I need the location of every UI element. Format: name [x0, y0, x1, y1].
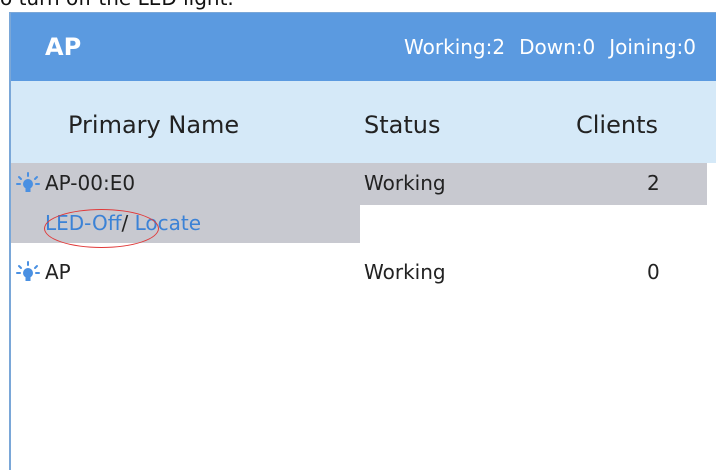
table-header: Primary Name Status Clients: [11, 81, 716, 163]
row-actions: LED-Off/ Locate: [45, 211, 201, 235]
column-status[interactable]: Status: [364, 111, 440, 139]
column-primary-name[interactable]: Primary Name: [68, 111, 239, 139]
led-off-link[interactable]: LED-Off: [45, 211, 121, 235]
row-status: Working: [364, 260, 446, 284]
row-name: AP-00:E0: [45, 171, 136, 195]
down-count: Down:0: [519, 35, 596, 59]
led-bulb-icon: [16, 261, 40, 281]
ap-header: AP Working:2 Down:0 Joining:0: [11, 13, 716, 81]
row-name: AP: [45, 260, 71, 284]
row-status: Working: [364, 171, 446, 195]
column-clients[interactable]: Clients: [576, 111, 658, 139]
led-bulb-icon: [16, 172, 40, 192]
ap-status-summary: Working:2 Down:0 Joining:0: [404, 35, 696, 59]
row-clients: 0: [647, 260, 660, 284]
ap-panel: AP Working:2 Down:0 Joining:0 Primary Na…: [9, 12, 716, 470]
action-separator: /: [121, 211, 129, 235]
locate-link[interactable]: Locate: [135, 211, 201, 235]
working-count: Working:2: [404, 35, 506, 59]
joining-count: Joining:0: [609, 35, 696, 59]
row-clients: 2: [647, 171, 660, 195]
instruction-caption: o turn off the LED light.: [0, 0, 234, 10]
ap-header-title: AP: [45, 33, 82, 61]
